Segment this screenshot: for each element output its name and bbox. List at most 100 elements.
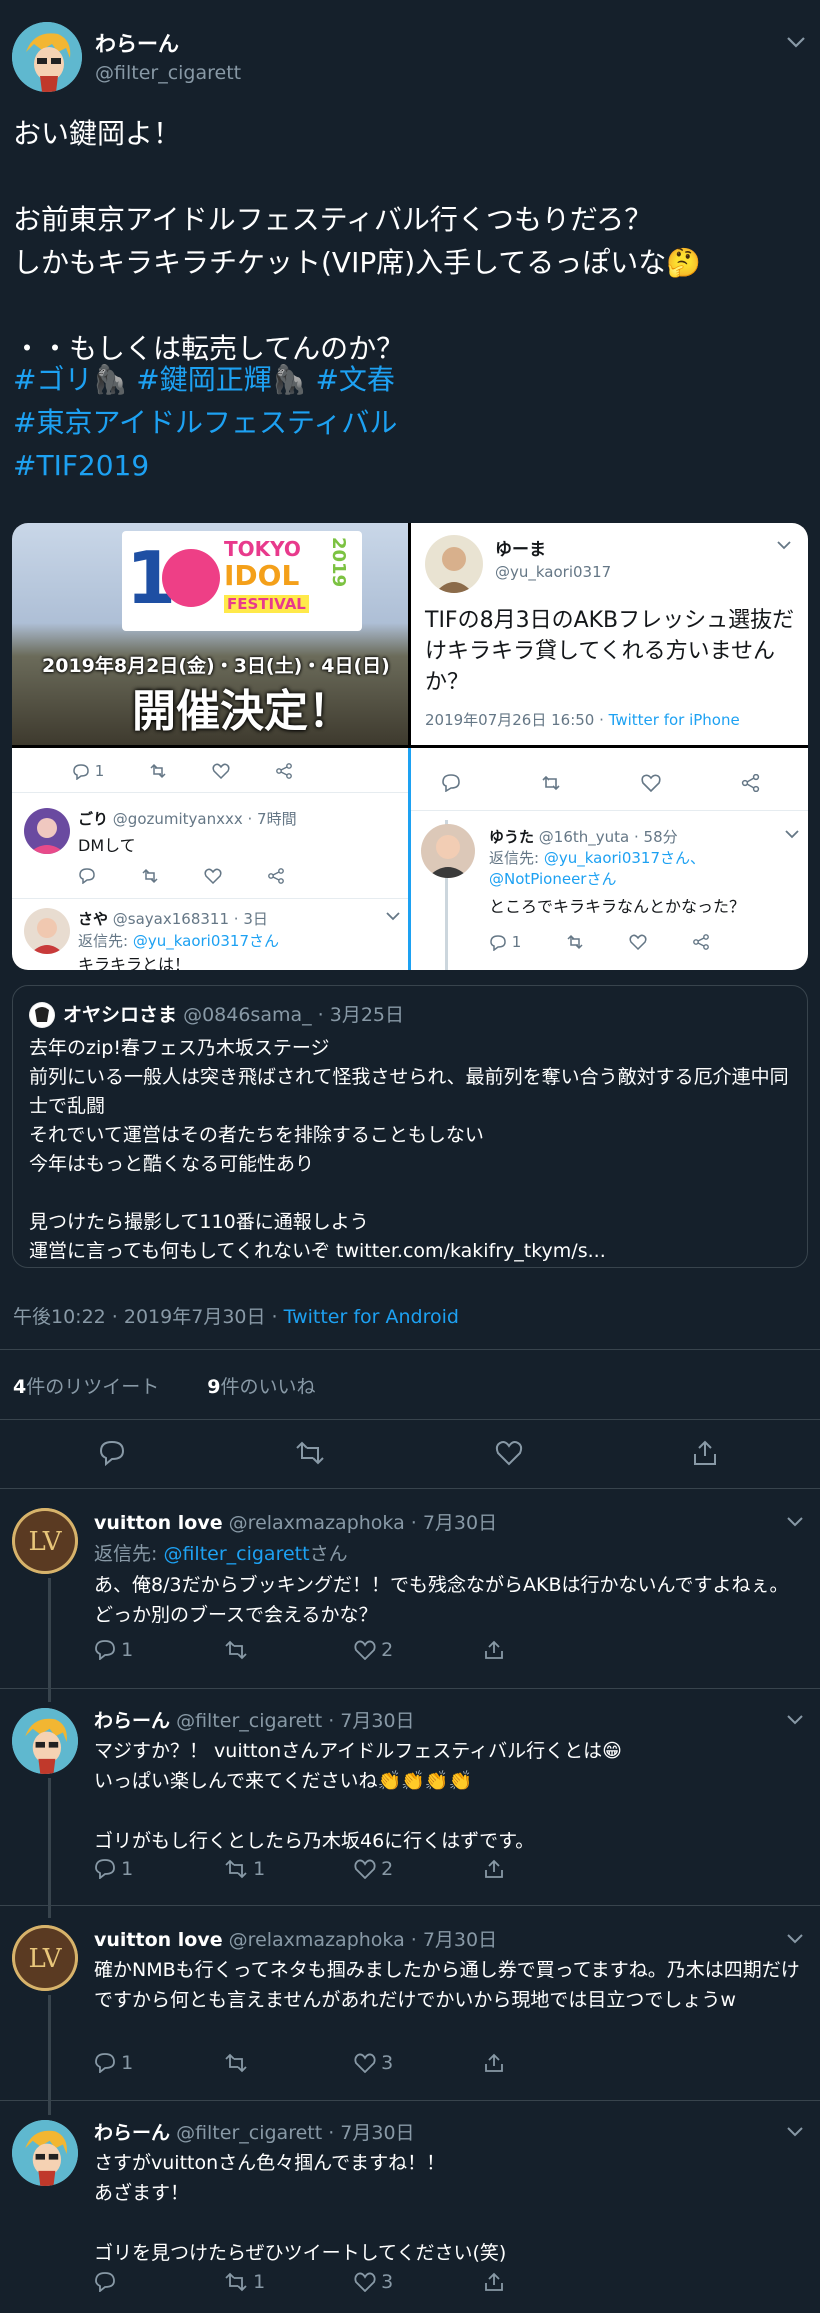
avatar[interactable] [12,22,82,92]
avatar [421,824,475,878]
reply-count: 1 [511,933,522,951]
reply-handle: @relaxmazaphoka · 7月30日 [228,1512,498,1534]
tweet-body: おい鍵岡よ！ お前東京アイドルフェスティバル行くつもりだろ？ しかもキラキラチケ… [13,117,702,365]
banner-dates: 2019年8月2日(金)・3日(土)・4日(日) [42,655,390,677]
card-name: ゆーま [495,540,546,560]
like-count: 3 [381,2271,394,2293]
reply-body: キラキラとは！ [78,955,191,970]
share-icon[interactable] [692,1440,718,1466]
reply-handle: @sayax168311 · 3日 [112,910,268,928]
reply-count: 1 [121,1639,134,1661]
reply-thread-image-left[interactable]: 1 ごり @gozumityanxxx · 7時間 DMして さや @sayax… [12,748,411,970]
reply-name: vuitton love [94,1929,223,1951]
engagement-stats: 4件のリツイート 9件のいいね [13,1372,316,1399]
like-icon[interactable] [495,1440,523,1466]
like-count: 2 [381,1858,394,1880]
reply-name: ゆうた [489,828,535,846]
reply-name: わらーん [94,2122,171,2144]
reply-actions: 1 3 [94,2271,574,2293]
retweet-count: 1 [253,1858,266,1880]
card-meta: 2019年07月26日 16:50 · [425,711,609,729]
avatar [24,808,70,854]
logo-idol: IDOL [224,559,300,592]
tweet-timestamp[interactable]: 午後10:22 · 2019年7月30日 · [13,1306,284,1328]
reply-body: マジすか？！ vuittonさんアイドルフェスティバル行くとは😁 いっぱい楽しん… [94,1740,622,1852]
retweet-count: 1 [253,2271,266,2293]
reply-to-handle: @yu_kaori0317さん [132,932,280,950]
reply-to-label: 返信先: [94,1543,164,1565]
reply-handle: @relaxmazaphoka · 7月30日 [228,1929,498,1951]
reply-to-label: 返信先: [489,849,544,867]
reply-to-label: 返信先: [78,932,133,950]
reply-count: 1 [121,1858,134,1880]
svg-text:LV: LV [29,1527,63,1557]
reply-to-handle[interactable]: @filter_cigarett [163,1543,309,1565]
reply-body: あ、俺8/3だからブッキングだ！！でも残念ながらAKBは行かないんですよねぇ。ど… [94,1574,789,1626]
author-block: わらーん @filter_cigarett [95,28,241,84]
media-grid[interactable]: 1 TOKYO IDOL FESTIVAL 2019 2019年8月2日(金)・… [12,523,808,970]
action-row: 1 [72,762,293,780]
like-label: 件のいいね [220,1376,316,1398]
author-name: わらーん [95,32,179,56]
reply-name: さや [78,910,109,928]
logo-year: 2019 [328,537,349,588]
quote-body: 去年のzip!春フェス乃木坂ステージ 前列にいる一般人は突き飛ばされて怪我させら… [29,1037,789,1262]
reply-icon[interactable] [98,1440,126,1466]
reply-body: ところでキラキラなんとかなった？ [489,897,746,916]
quote-name: オヤシロさま [63,1004,178,1026]
hashtag[interactable]: #TIF2019 [13,449,149,482]
avatar[interactable]: LV [12,1508,78,1574]
retweet-stat[interactable]: 4件のリツイート [13,1376,159,1398]
avatar [24,908,70,954]
reply-count: 1 [94,762,105,780]
card-handle: @yu_kaori0317 [495,563,612,581]
card-client: Twitter for iPhone [608,711,740,729]
quoted-tweet[interactable]: オヤシロさま @0846sama_ · 3月25日 去年のzip!春フェス乃木坂… [12,985,808,1268]
logo-festival: FESTIVAL [224,595,309,613]
like-count: 9 [207,1376,221,1398]
reply-body: さすがvuittonさん色々掴んでますね！！ あざます！ ゴリを見つけたらぜひツ… [94,2152,507,2264]
retweet-icon[interactable] [295,1440,325,1466]
hashtag-list: #ゴリ🦍 #鍵岡正輝🦍 #文春 #東京アイドルフェスティバル #TIF2019 [13,358,397,487]
event-banner-image[interactable]: 1 TOKYO IDOL FESTIVAL 2019 2019年8月2日(金)・… [12,523,408,745]
like-count: 2 [381,1639,394,1661]
tweet-screenshot-image[interactable]: ゆーま @yu_kaori0317 TIFの8月3日のAKBフレッシュ選抜だけキ… [411,523,808,745]
reply-thread-image-right[interactable]: ゆうた @16th_yuta · 58分 返信先: @yu_kaori0317さ… [411,748,808,970]
reply-name: わらーん [94,1710,171,1732]
reply-body: 確かNMBも行くってネタも掴みましたから通し券で買ってますね。乃木は四期だけです… [94,1959,800,2011]
logo-tokyo: TOKYO [224,537,301,561]
reply-handle: @filter_cigarett · 7月30日 [176,1710,415,1732]
reply-count: 1 [121,2052,134,2074]
avatar [29,1002,55,1028]
banner-headline: 開催決定！ [132,686,352,737]
avatar[interactable] [12,2120,78,2186]
like-count: 3 [381,2052,394,2074]
svg-text:LV: LV [29,1944,63,1974]
reply-name: ごり [78,810,109,828]
quote-handle: @0846sama_ · 3月25日 [183,1004,404,1026]
reply-handle: @gozumityanxxx · 7時間 [112,810,297,828]
chevron-down-icon[interactable] [786,36,806,48]
reply-actions: 1 2 [94,1639,574,1661]
avatar[interactable] [12,1708,78,1774]
author-handle: @filter_cigarett [95,62,242,84]
reply-handle: @16th_yuta · 58分 [538,828,678,846]
reply-handle: @filter_cigarett · 7月30日 [176,2122,415,2144]
hashtag[interactable]: #鍵岡正輝🦍 [136,363,306,396]
retweet-label: 件のリツイート [26,1376,160,1398]
logo-heart [162,549,220,607]
hashtag[interactable]: #東京アイドルフェスティバル [13,406,397,439]
hashtag[interactable]: #文春 [315,363,394,396]
reply-actions: 1 1 2 [94,1858,574,1880]
retweet-count: 4 [13,1376,27,1398]
card-body: TIFの8月3日のAKBフレッシュ選抜だけキラキラ貸してくれる方いませんか？ [425,608,795,695]
reply-body: DMして [78,836,136,855]
avatar[interactable]: LV [12,1925,78,1991]
avatar [425,535,483,593]
like-stat[interactable]: 9件のいいね [207,1376,315,1398]
reply-name: vuitton love [94,1512,223,1534]
tweet-client[interactable]: Twitter for Android [284,1306,459,1328]
chevron-down-icon [777,541,791,550]
hashtag[interactable]: #ゴリ🦍 [13,363,127,396]
reply-actions: 1 3 [94,2052,574,2074]
